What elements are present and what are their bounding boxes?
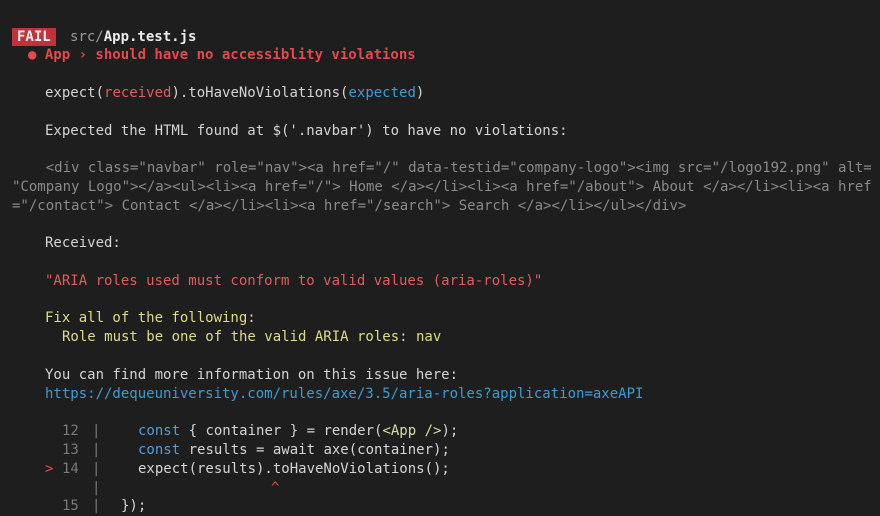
line-number-14: 14 (62, 461, 79, 477)
line-number-12: 12 (62, 423, 79, 439)
gutter-divider: | (92, 480, 101, 496)
matcher-middle: ).toHaveNoViolations( (171, 85, 349, 101)
test-file-path: src/App.test.js (70, 28, 196, 47)
fix-title: Fix all of the following: (45, 310, 256, 326)
fix-item: Role must be one of the valid ARIA roles… (62, 329, 442, 345)
keyword-const: const (138, 442, 181, 458)
expected-line: Expected the HTML found at $('.navbar') … (45, 123, 568, 139)
matcher-signature: expect(received).toHaveNoViolations(expe… (45, 84, 424, 103)
received-label: Received: (45, 235, 121, 251)
code-line-15: }); (121, 498, 147, 514)
test-file-dir: src/ (70, 29, 104, 45)
test-file-name: App.test.js (103, 29, 197, 45)
matcher-suffix: ) (415, 85, 425, 101)
html-snippet-line-3: ="/contact"> Contact </a></li><li><a hre… (12, 198, 687, 214)
terminal-output: FAIL src/App.test.js ● App › should have… (0, 0, 880, 516)
line-number-15: 15 (62, 498, 79, 514)
code-line-13-text: results = await axe(container); (180, 442, 450, 458)
error-caret: ^ (271, 480, 280, 496)
matcher-received: received (104, 85, 172, 101)
code-line-12-text: { container } = render( (180, 423, 383, 439)
matcher-expected: expected (348, 85, 416, 101)
failed-test-name: ● App › should have no accessiblity viol… (28, 47, 416, 63)
keyword-const: const (138, 423, 181, 439)
error-line-pointer-icon: > (45, 461, 54, 477)
code-line-13: const results = await axe(container); (138, 441, 450, 460)
code-line-12: const { container } = render(<App />); (138, 422, 458, 441)
html-snippet-line-2: "Company Logo"></a><ul><li><a href="/"> … (12, 179, 872, 195)
jsx-app-element: <App /> (382, 423, 442, 439)
violation-message: "ARIA roles used must conform to valid v… (45, 273, 543, 289)
fail-badge: FAIL (12, 28, 56, 46)
html-snippet-line-1: <div class="navbar" role="nav"><a href="… (12, 160, 872, 176)
gutter-divider: | (92, 461, 101, 477)
matcher-prefix: expect( (45, 85, 105, 101)
info-link[interactable]: https://dequeuniversity.com/rules/axe/3.… (45, 385, 643, 404)
info-text: You can find more information on this is… (45, 367, 459, 383)
gutter-divider: | (92, 498, 101, 514)
line-number-13: 13 (62, 442, 79, 458)
code-line-14: expect(results).toHaveNoViolations(); (138, 461, 450, 477)
gutter-divider: | (92, 423, 101, 439)
gutter-divider: | (92, 442, 101, 458)
code-line-12-end: ); (441, 423, 459, 439)
